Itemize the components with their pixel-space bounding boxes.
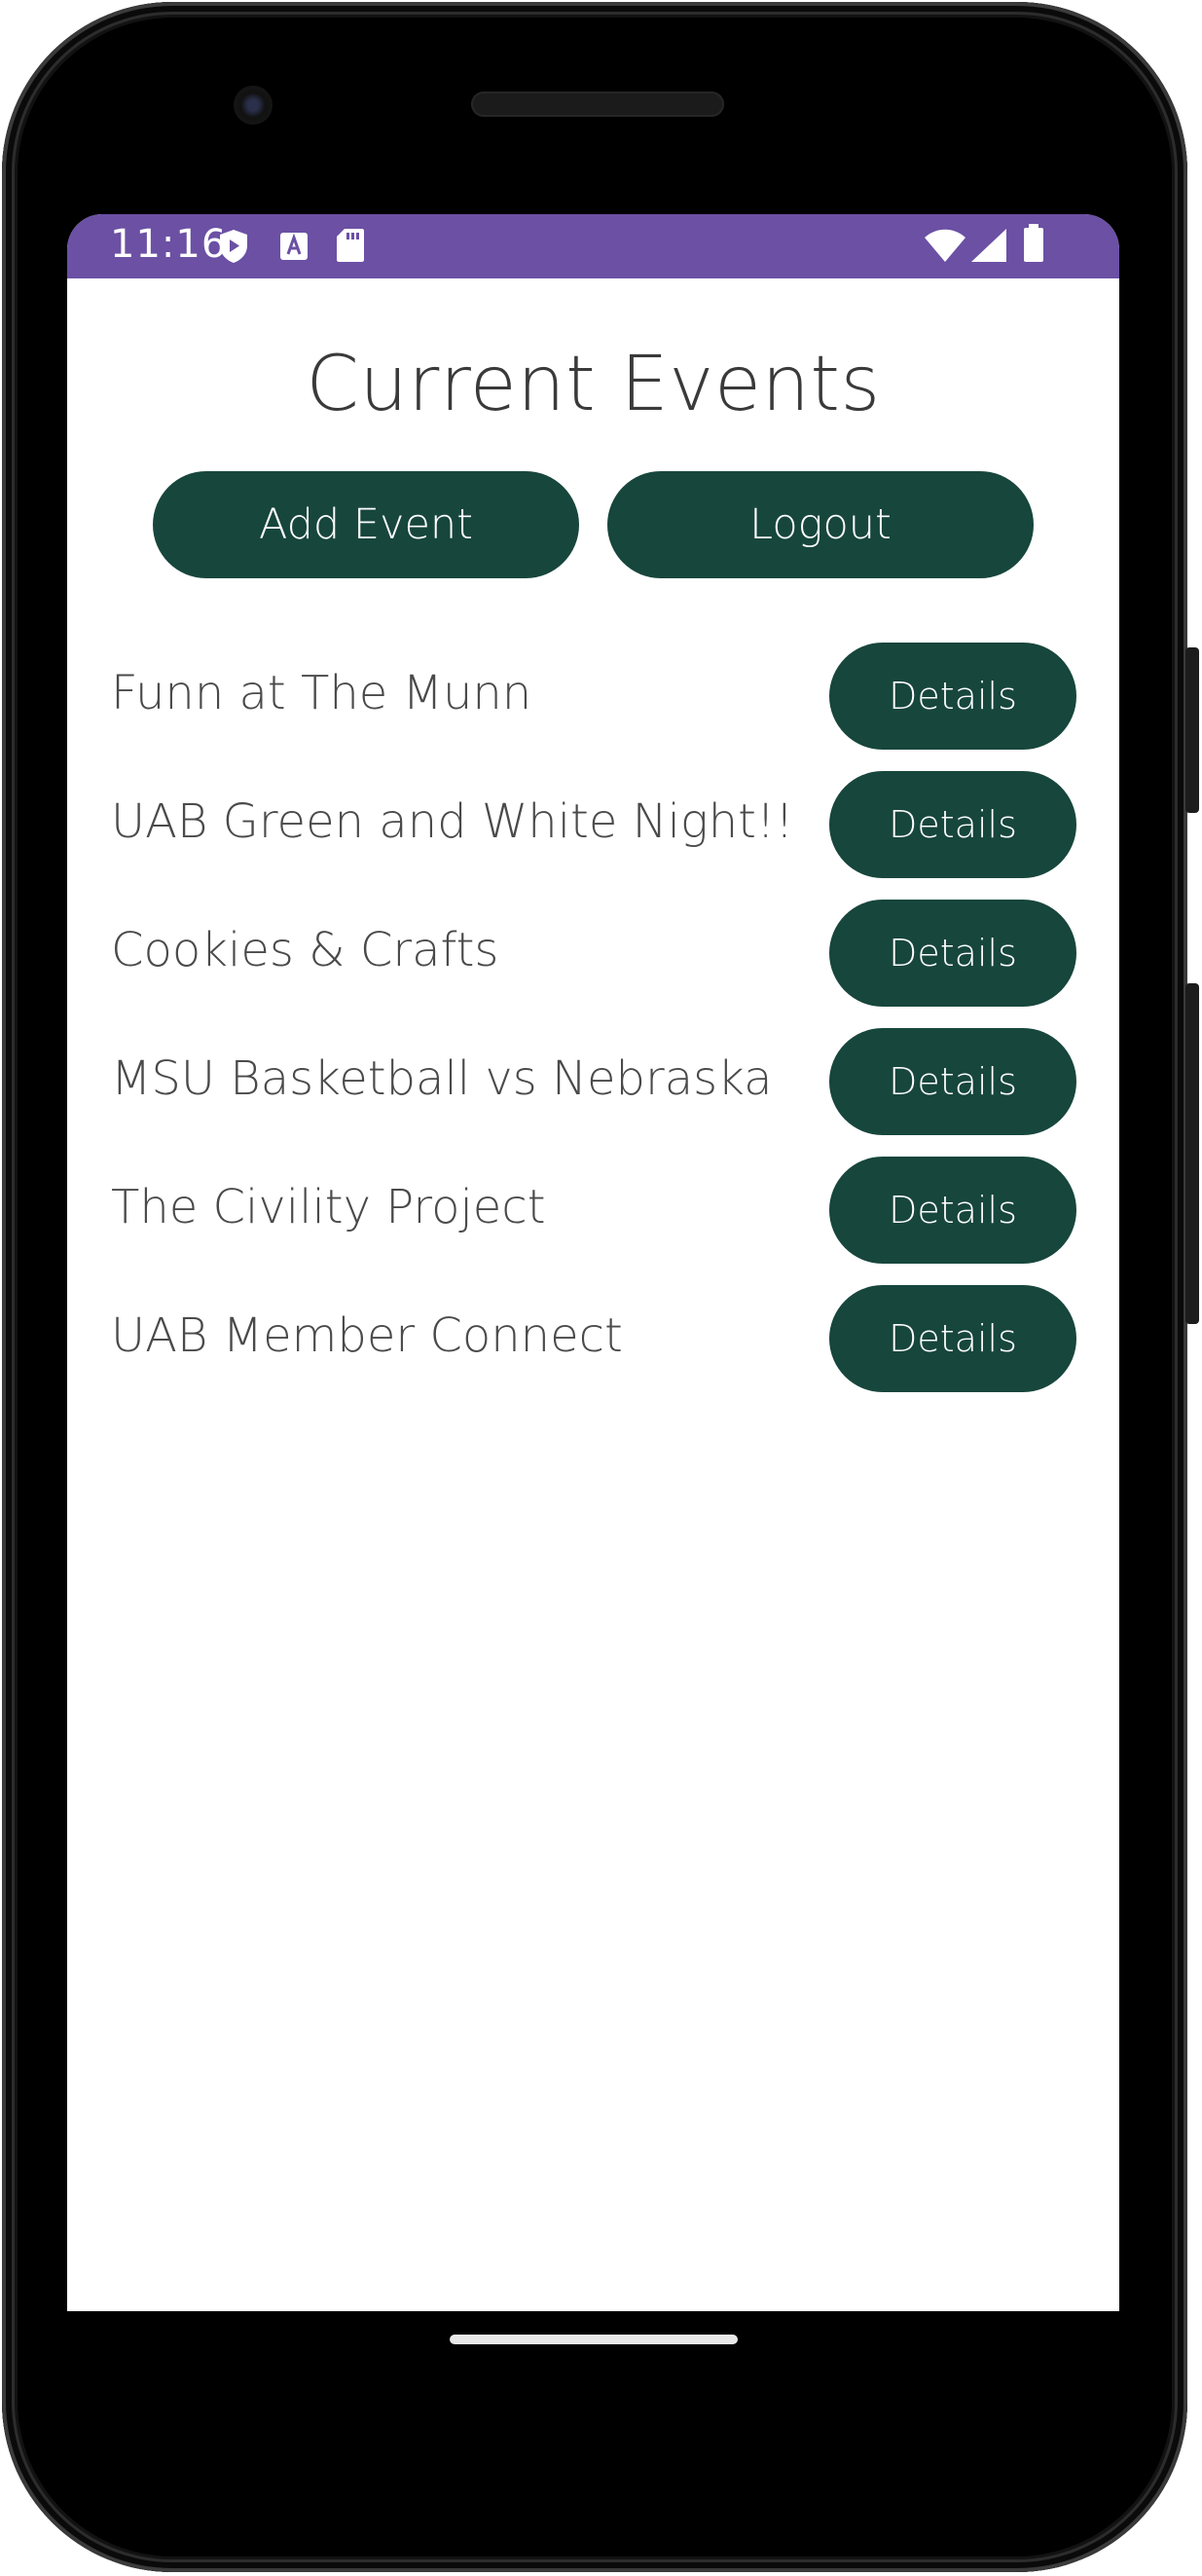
logout-button[interactable]: Logout	[607, 471, 1034, 578]
list-item: UAB Member Connect Details	[67, 1285, 1119, 1392]
list-item: Funn at The Munn Details	[67, 643, 1119, 750]
list-item: UAB Green and White Night!! Details	[67, 771, 1119, 878]
details-button[interactable]: Details	[829, 1285, 1076, 1392]
event-name: UAB Green and White Night!!	[111, 794, 794, 849]
battery-icon	[1023, 224, 1044, 268]
play-protect-icon	[217, 228, 250, 270]
earpiece-speaker	[471, 92, 724, 117]
details-button[interactable]: Details	[829, 771, 1076, 878]
status-bar: 11:16	[67, 214, 1119, 278]
event-name: The Civility Project	[111, 1180, 546, 1234]
signal-icon	[970, 228, 1007, 268]
list-item: The Civility Project Details	[67, 1157, 1119, 1264]
details-button[interactable]: Details	[829, 1157, 1076, 1264]
event-name: Funn at The Munn	[111, 666, 532, 720]
add-event-button[interactable]: Add Event	[153, 471, 579, 578]
volume-button	[1185, 983, 1199, 1324]
event-name: Cookies & Crafts	[111, 923, 499, 977]
sd-card-icon	[336, 228, 365, 268]
front-camera	[234, 86, 273, 125]
list-item: Cookies & Crafts Details	[67, 900, 1119, 1007]
wifi-icon	[924, 228, 966, 268]
event-name: UAB Member Connect	[111, 1308, 623, 1363]
power-button	[1185, 647, 1199, 813]
app-screen: 11:16 Current Events Add Event Logout Fu…	[67, 214, 1119, 2311]
home-indicator[interactable]	[450, 2335, 738, 2344]
status-time: 11:16	[110, 222, 228, 267]
list-item: MSU Basketball vs Nebraska Details	[67, 1028, 1119, 1135]
details-button[interactable]: Details	[829, 643, 1076, 750]
page-title: Current Events	[306, 341, 881, 428]
font-a-icon	[279, 232, 309, 266]
event-name: MSU Basketball vs Nebraska	[111, 1051, 773, 1106]
details-button[interactable]: Details	[829, 900, 1076, 1007]
details-button[interactable]: Details	[829, 1028, 1076, 1135]
